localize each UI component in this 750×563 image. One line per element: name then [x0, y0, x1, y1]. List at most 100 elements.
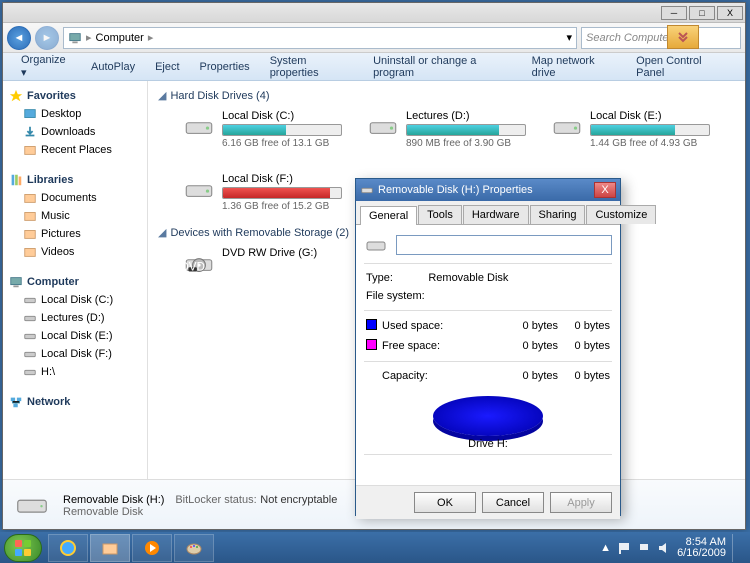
- capacity-pie-chart: [433, 396, 543, 436]
- tray-expand-icon[interactable]: ▲: [600, 542, 611, 554]
- tab-hardware[interactable]: Hardware: [463, 205, 529, 224]
- sidebar-item-documents[interactable]: Documents: [7, 189, 143, 207]
- tab-sharing[interactable]: Sharing: [530, 205, 586, 224]
- drive-name: Local Disk (F:): [222, 173, 342, 185]
- taskbar-explorer[interactable]: [90, 534, 130, 562]
- drive-item[interactable]: DVD DVD RW Drive (G:): [182, 247, 342, 281]
- sidebar-item-drive-e[interactable]: Local Disk (E:): [7, 327, 143, 345]
- category-hard-drives[interactable]: ◢Hard Disk Drives (4): [158, 89, 735, 102]
- uninstall-button[interactable]: Uninstall or change a program: [363, 51, 522, 83]
- organize-menu[interactable]: Organize ▾: [11, 50, 81, 83]
- sidebar-item-label: Lectures (D:): [41, 312, 105, 324]
- drive-icon: [23, 365, 37, 379]
- control-panel-button[interactable]: Open Control Panel: [626, 51, 737, 83]
- toolbar: Organize ▾ AutoPlay Eject Properties Sys…: [3, 53, 745, 81]
- maximize-button[interactable]: □: [689, 6, 715, 20]
- folder-icon: [23, 209, 37, 223]
- free-label: Free space:: [382, 337, 492, 355]
- map-drive-button[interactable]: Map network drive: [522, 51, 627, 83]
- drive-item[interactable]: Local Disk (F:) 1.36 GB free of 15.2 GB: [182, 173, 342, 212]
- taskbar-media[interactable]: [132, 534, 172, 562]
- system-properties-button[interactable]: System properties: [260, 51, 363, 83]
- drive-item[interactable]: Local Disk (C:)6.16 GB free of 13.1 GB: [182, 110, 342, 149]
- drive-icon: [182, 110, 216, 144]
- network-tray-icon[interactable]: [637, 541, 651, 555]
- autoplay-button[interactable]: AutoPlay: [81, 57, 145, 77]
- forward-button[interactable]: ►: [35, 26, 59, 50]
- drive-item[interactable]: Local Disk (E:)1.44 GB free of 4.93 GB: [550, 110, 710, 149]
- used-bytes2: 0 bytes: [560, 317, 610, 335]
- dialog-title: Removable Disk (H:) Properties: [378, 184, 533, 196]
- back-button[interactable]: ◄: [7, 26, 31, 50]
- minimize-button[interactable]: ─: [661, 6, 687, 20]
- drive-icon: [23, 311, 37, 325]
- sidebar-item-videos[interactable]: Videos: [7, 243, 143, 261]
- drive-item[interactable]: Lectures (D:)890 MB free of 3.90 GB: [366, 110, 526, 149]
- triangle-icon: ◢: [158, 89, 166, 102]
- clock[interactable]: 8:54 AM 6/16/2009: [677, 537, 726, 559]
- drive-free-text: 1.44 GB free of 4.93 GB: [590, 138, 710, 149]
- drive-icon: [360, 183, 374, 197]
- type-value: Removable Disk: [428, 270, 608, 286]
- dialog-titlebar[interactable]: Removable Disk (H:) Properties X: [356, 179, 620, 201]
- volume-icon[interactable]: [657, 541, 671, 555]
- show-desktop-button[interactable]: [732, 534, 740, 562]
- drive-free-text: 890 MB free of 3.90 GB: [406, 138, 526, 149]
- ok-button[interactable]: OK: [414, 492, 476, 513]
- dialog-close-button[interactable]: X: [594, 182, 616, 198]
- sidebar-item-drive-h[interactable]: H:\: [7, 363, 143, 381]
- sidebar-item-downloads[interactable]: Downloads: [7, 123, 143, 141]
- sidebar-item-drive-d[interactable]: Lectures (D:): [7, 309, 143, 327]
- drive-name: Local Disk (C:): [222, 110, 342, 122]
- sidebar-network[interactable]: Network: [7, 393, 143, 411]
- details-bl-value: Not encryptable: [260, 494, 337, 506]
- dvd-icon: DVD: [182, 247, 216, 281]
- drive-name: DVD RW Drive (G:): [222, 247, 342, 259]
- paint-icon: [184, 538, 204, 558]
- flag-icon[interactable]: [617, 541, 631, 555]
- sidebar-item-drive-f[interactable]: Local Disk (F:): [7, 345, 143, 363]
- downloads-icon: [23, 125, 37, 139]
- eject-button[interactable]: Eject: [145, 57, 189, 77]
- sidebar-item-pictures[interactable]: Pictures: [7, 225, 143, 243]
- sidebar-item-label: Videos: [41, 246, 74, 258]
- properties-button[interactable]: Properties: [190, 57, 260, 77]
- close-button[interactable]: X: [717, 6, 743, 20]
- drive-icon: [366, 110, 400, 144]
- tab-general[interactable]: General: [360, 206, 417, 225]
- apply-button[interactable]: Apply: [550, 492, 612, 513]
- drive-free-text: 1.36 GB free of 15.2 GB: [222, 201, 342, 212]
- sidebar-item-label: Local Disk (F:): [41, 348, 112, 360]
- windows-logo-icon: [13, 538, 33, 558]
- sidebar-favorites[interactable]: Favorites: [7, 87, 143, 105]
- breadcrumb-location[interactable]: Computer: [96, 32, 144, 44]
- search-input[interactable]: Search Computer: [581, 27, 741, 49]
- drive-icon: [23, 329, 37, 343]
- sidebar-item-drive-c[interactable]: Local Disk (C:): [7, 291, 143, 309]
- sidebar-libraries[interactable]: Libraries: [7, 171, 143, 189]
- media-icon: [142, 538, 162, 558]
- refresh-dropdown-icon[interactable]: ▾: [566, 31, 572, 44]
- free-bytes: 0 bytes: [494, 337, 558, 355]
- sidebar-item-recent[interactable]: Recent Places: [7, 141, 143, 159]
- notification-badge[interactable]: [667, 25, 699, 49]
- cancel-button[interactable]: Cancel: [482, 492, 544, 513]
- sidebar-item-music[interactable]: Music: [7, 207, 143, 225]
- taskbar-paint[interactable]: [174, 534, 214, 562]
- start-button[interactable]: [4, 534, 42, 562]
- sidebar-item-desktop[interactable]: Desktop: [7, 105, 143, 123]
- titlebar[interactable]: ─ □ X: [3, 3, 745, 23]
- drive-label-input[interactable]: [396, 235, 612, 255]
- sidebar-computer[interactable]: Computer: [7, 273, 143, 291]
- address-bar[interactable]: ▸ Computer ▸ ▾: [63, 27, 577, 49]
- sidebar-item-label: Recent Places: [41, 144, 112, 156]
- used-swatch: [366, 319, 377, 330]
- tab-customize[interactable]: Customize: [586, 205, 656, 224]
- category-label: Devices with Removable Storage (2): [170, 227, 349, 239]
- desktop-icon: [23, 107, 37, 121]
- tab-tools[interactable]: Tools: [418, 205, 462, 224]
- taskbar-ie[interactable]: [48, 534, 88, 562]
- drive-icon: [364, 233, 388, 257]
- sidebar-item-label: Music: [41, 210, 70, 222]
- type-label: Type:: [366, 270, 426, 286]
